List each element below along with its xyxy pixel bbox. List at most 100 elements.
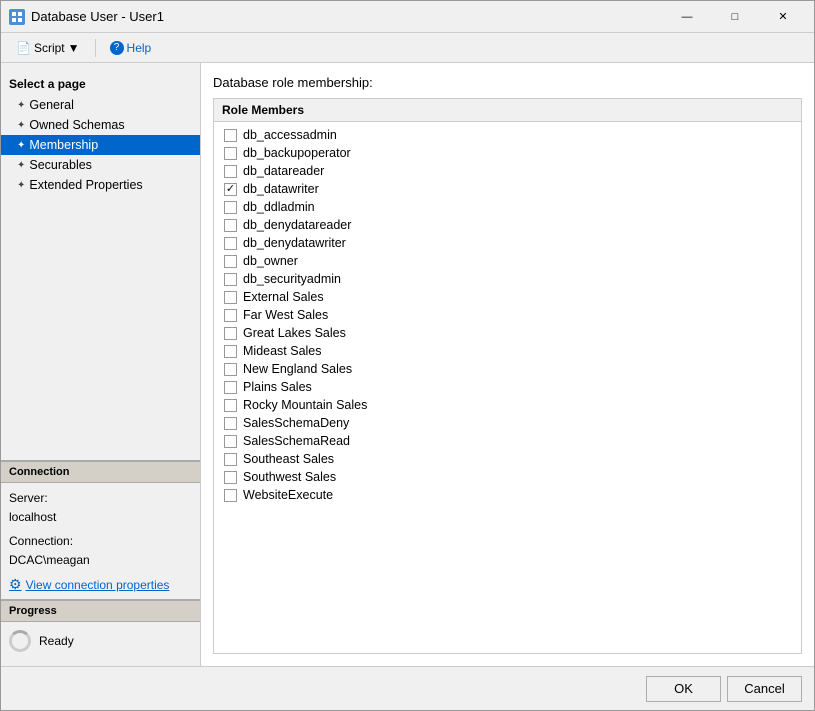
role-checkbox-db_denydatawriter[interactable]	[224, 237, 237, 250]
view-connection-properties-link[interactable]: ⚙ View connection properties	[9, 576, 192, 593]
role-item-sales-schema-read[interactable]: SalesSchemaRead	[214, 432, 801, 450]
arrow-icon-general: ✦	[17, 100, 25, 111]
toolbar-divider	[95, 39, 96, 57]
role-item-db_denydatawriter[interactable]: db_denydatawriter	[214, 234, 801, 252]
role-item-website-execute[interactable]: WebsiteExecute	[214, 486, 801, 504]
role-checkbox-sales-schema-read[interactable]	[224, 435, 237, 448]
role-name-sales-schema-read: SalesSchemaRead	[243, 434, 350, 448]
help-button[interactable]: ? Help	[104, 39, 158, 57]
role-item-sales-schema-deny[interactable]: SalesSchemaDeny	[214, 414, 801, 432]
role-name-rocky-mountain-sales: Rocky Mountain Sales	[243, 398, 367, 412]
role-checkbox-mideast-sales[interactable]	[224, 345, 237, 358]
right-panel: Database role membership: Role Members d…	[201, 63, 814, 666]
role-item-db_datareader[interactable]: db_datareader	[214, 162, 801, 180]
role-name-db_backupoperator: db_backupoperator	[243, 146, 351, 160]
role-checkbox-rocky-mountain-sales[interactable]	[224, 399, 237, 412]
role-checkbox-southwest-sales[interactable]	[224, 471, 237, 484]
script-label: Script	[34, 41, 65, 55]
role-name-plains-sales: Plains Sales	[243, 380, 312, 394]
sidebar-item-label-membership: Membership	[29, 138, 98, 152]
connection-value: DCAC\meagan	[9, 551, 192, 570]
role-checkbox-db_backupoperator[interactable]	[224, 147, 237, 160]
role-checkbox-db_datawriter[interactable]: ✓	[224, 183, 237, 196]
role-name-far-west-sales: Far West Sales	[243, 308, 328, 322]
role-checkbox-db_denydatareader[interactable]	[224, 219, 237, 232]
role-name-db_owner: db_owner	[243, 254, 298, 268]
help-icon: ?	[110, 41, 124, 55]
role-checkbox-far-west-sales[interactable]	[224, 309, 237, 322]
role-name-southwest-sales: Southwest Sales	[243, 470, 336, 484]
sidebar-item-owned-schemas[interactable]: ✦ Owned Schemas	[1, 115, 200, 135]
sidebar-item-extended-properties[interactable]: ✦ Extended Properties	[1, 175, 200, 195]
role-item-db_securityadmin[interactable]: db_securityadmin	[214, 270, 801, 288]
role-item-new-england-sales[interactable]: New England Sales	[214, 360, 801, 378]
role-item-external-sales[interactable]: External Sales	[214, 288, 801, 306]
role-item-db_ddladmin[interactable]: db_ddladmin	[214, 198, 801, 216]
role-checkbox-db_owner[interactable]	[224, 255, 237, 268]
main-window: Database User - User1 — □ ✕ 📄 Script ▼ ?…	[0, 0, 815, 711]
role-name-db_datareader: db_datareader	[243, 164, 324, 178]
panel-title: Database role membership:	[213, 75, 802, 90]
maximize-button[interactable]: □	[712, 7, 758, 27]
role-checkbox-db_datareader[interactable]	[224, 165, 237, 178]
role-name-db_securityadmin: db_securityadmin	[243, 272, 341, 286]
role-item-db_datawriter[interactable]: ✓db_datawriter	[214, 180, 801, 198]
sidebar-item-label-owned-schemas: Owned Schemas	[29, 118, 124, 132]
progress-title: Progress	[1, 600, 200, 622]
role-checkbox-db_accessadmin[interactable]	[224, 129, 237, 142]
role-checkbox-db_securityadmin[interactable]	[224, 273, 237, 286]
toolbar: 📄 Script ▼ ? Help	[1, 33, 814, 63]
role-header: Role Members	[214, 99, 801, 122]
role-item-southeast-sales[interactable]: Southeast Sales	[214, 450, 801, 468]
role-item-far-west-sales[interactable]: Far West Sales	[214, 306, 801, 324]
role-item-db_owner[interactable]: db_owner	[214, 252, 801, 270]
role-checkbox-external-sales[interactable]	[224, 291, 237, 304]
sidebar-item-membership[interactable]: ✦ Membership	[1, 135, 200, 155]
window-icon	[9, 9, 25, 25]
role-checkbox-great-lakes-sales[interactable]	[224, 327, 237, 340]
role-container: Role Members db_accessadmin db_backupoper…	[213, 98, 802, 654]
role-item-db_denydatareader[interactable]: db_denydatareader	[214, 216, 801, 234]
arrow-icon-extended-properties: ✦	[17, 180, 25, 191]
role-checkbox-new-england-sales[interactable]	[224, 363, 237, 376]
role-item-great-lakes-sales[interactable]: Great Lakes Sales	[214, 324, 801, 342]
role-checkbox-sales-schema-deny[interactable]	[224, 417, 237, 430]
role-checkbox-db_ddladmin[interactable]	[224, 201, 237, 214]
role-item-db_accessadmin[interactable]: db_accessadmin	[214, 126, 801, 144]
window-title: Database User - User1	[31, 9, 164, 24]
footer: OK Cancel	[1, 666, 814, 710]
arrow-icon-securables: ✦	[17, 160, 25, 171]
cancel-button[interactable]: Cancel	[727, 676, 802, 702]
ok-button[interactable]: OK	[646, 676, 721, 702]
role-name-db_denydatawriter: db_denydatawriter	[243, 236, 346, 250]
progress-status: Ready	[39, 634, 74, 648]
role-checkbox-website-execute[interactable]	[224, 489, 237, 502]
role-name-mideast-sales: Mideast Sales	[243, 344, 322, 358]
role-name-southeast-sales: Southeast Sales	[243, 452, 334, 466]
role-item-mideast-sales[interactable]: Mideast Sales	[214, 342, 801, 360]
close-button[interactable]: ✕	[760, 7, 806, 27]
role-item-plains-sales[interactable]: Plains Sales	[214, 378, 801, 396]
server-value: localhost	[9, 508, 192, 527]
sidebar-item-label-general: General	[29, 98, 73, 112]
role-name-great-lakes-sales: Great Lakes Sales	[243, 326, 346, 340]
role-item-db_backupoperator[interactable]: db_backupoperator	[214, 144, 801, 162]
role-name-website-execute: WebsiteExecute	[243, 488, 333, 502]
role-checkbox-plains-sales[interactable]	[224, 381, 237, 394]
role-item-rocky-mountain-sales[interactable]: Rocky Mountain Sales	[214, 396, 801, 414]
progress-ready: Ready	[9, 630, 192, 652]
minimize-button[interactable]: —	[664, 7, 710, 27]
connection-link-label: View connection properties	[26, 578, 170, 592]
sidebar-item-general[interactable]: ✦ General	[1, 95, 200, 115]
sidebar-item-label-securables: Securables	[29, 158, 92, 172]
script-button[interactable]: 📄 Script ▼	[9, 38, 87, 58]
role-checkbox-southeast-sales[interactable]	[224, 453, 237, 466]
sidebar-item-securables[interactable]: ✦ Securables	[1, 155, 200, 175]
role-name-external-sales: External Sales	[243, 290, 324, 304]
progress-section: Progress Ready	[1, 599, 200, 658]
role-item-southwest-sales[interactable]: Southwest Sales	[214, 468, 801, 486]
script-dropdown-icon: ▼	[68, 41, 80, 55]
arrow-icon-membership: ✦	[17, 140, 25, 151]
connection-section: Connection Server: localhost Connection:…	[1, 460, 200, 599]
main-content: Select a page ✦ General ✦ Owned Schemas …	[1, 63, 814, 666]
